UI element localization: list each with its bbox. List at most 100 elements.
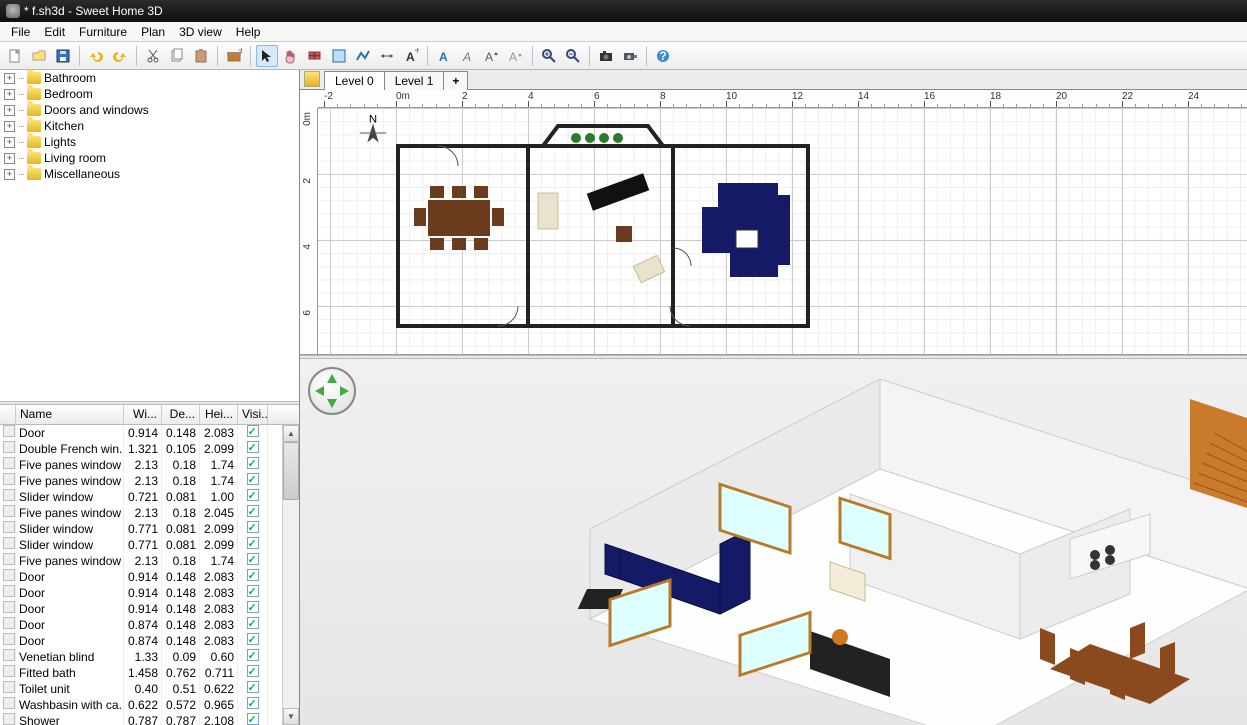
table-row[interactable]: Door0.9140.1482.083 bbox=[0, 569, 299, 585]
menu-plan[interactable]: Plan bbox=[134, 23, 172, 41]
table-row[interactable]: Fitted bath1.4580.7620.711 bbox=[0, 665, 299, 681]
expand-icon[interactable]: + bbox=[4, 137, 15, 148]
table-row[interactable]: Five panes window2.130.181.74 bbox=[0, 473, 299, 489]
table-row[interactable]: Door0.9140.1482.083 bbox=[0, 601, 299, 617]
visible-checkbox[interactable] bbox=[247, 425, 259, 437]
scroll-up-icon[interactable]: ▲ bbox=[283, 425, 299, 442]
catalog-living-room[interactable]: +···Living room bbox=[0, 150, 299, 166]
pan-tool-icon[interactable] bbox=[280, 45, 302, 67]
select-tool-icon[interactable] bbox=[256, 45, 278, 67]
table-row[interactable]: Door0.8740.1482.083 bbox=[0, 617, 299, 633]
3d-view[interactable] bbox=[300, 359, 1247, 725]
expand-icon[interactable]: + bbox=[4, 73, 15, 84]
plan-view[interactable]: -20m24681012141618202224 0m246 N bbox=[300, 90, 1247, 355]
zoom-in-icon[interactable] bbox=[538, 45, 560, 67]
visible-checkbox[interactable] bbox=[247, 713, 259, 725]
catalog-miscellaneous[interactable]: +···Miscellaneous bbox=[0, 166, 299, 182]
visible-checkbox[interactable] bbox=[247, 473, 259, 485]
menu-file[interactable]: File bbox=[4, 23, 37, 41]
redo-icon[interactable] bbox=[109, 45, 131, 67]
catalog-doors-and-windows[interactable]: +···Doors and windows bbox=[0, 102, 299, 118]
furniture-catalog[interactable]: +···Bathroom+···Bedroom+···Doors and win… bbox=[0, 70, 299, 401]
expand-icon[interactable]: + bbox=[4, 121, 15, 132]
scroll-thumb[interactable] bbox=[283, 442, 299, 500]
catalog-kitchen[interactable]: +···Kitchen bbox=[0, 118, 299, 134]
open-file-icon[interactable] bbox=[28, 45, 50, 67]
visible-checkbox[interactable] bbox=[247, 537, 259, 549]
text-italic-icon[interactable]: A bbox=[457, 45, 479, 67]
expand-icon[interactable]: + bbox=[4, 89, 15, 100]
menu-3dview[interactable]: 3D view bbox=[172, 23, 229, 41]
table-row[interactable]: Venetian blind1.330.090.60 bbox=[0, 649, 299, 665]
catalog-bedroom[interactable]: +···Bedroom bbox=[0, 86, 299, 102]
new-file-icon[interactable] bbox=[4, 45, 26, 67]
visible-checkbox[interactable] bbox=[247, 681, 259, 693]
dimension-tool-icon[interactable] bbox=[376, 45, 398, 67]
visible-checkbox[interactable] bbox=[247, 457, 259, 469]
table-row[interactable]: Slider window0.7710.0812.099 bbox=[0, 521, 299, 537]
expand-icon[interactable]: + bbox=[4, 153, 15, 164]
undo-icon[interactable] bbox=[85, 45, 107, 67]
text-bold-icon[interactable]: A bbox=[433, 45, 455, 67]
table-row[interactable]: Five panes window2.130.182.045 bbox=[0, 505, 299, 521]
furniture-table[interactable]: Name Wi... De... Hei... Visi... Door0.91… bbox=[0, 405, 299, 725]
menu-help[interactable]: Help bbox=[229, 23, 268, 41]
table-row[interactable]: Double French win...1.3210.1052.099 bbox=[0, 441, 299, 457]
table-row[interactable]: Door0.9140.1482.083 bbox=[0, 585, 299, 601]
expand-icon[interactable]: + bbox=[4, 169, 15, 180]
table-row[interactable]: Slider window0.7710.0812.099 bbox=[0, 537, 299, 553]
visible-checkbox[interactable] bbox=[247, 569, 259, 581]
visible-checkbox[interactable] bbox=[247, 585, 259, 597]
table-row[interactable]: Five panes window2.130.181.74 bbox=[0, 457, 299, 473]
col-depth[interactable]: De... bbox=[162, 405, 200, 424]
copy-icon[interactable] bbox=[166, 45, 188, 67]
catalog-lights[interactable]: +···Lights bbox=[0, 134, 299, 150]
visible-checkbox[interactable] bbox=[247, 665, 259, 677]
decrease-text-icon[interactable]: A bbox=[505, 45, 527, 67]
menu-furniture[interactable]: Furniture bbox=[72, 23, 134, 41]
table-row[interactable]: Toilet unit0.400.510.622 bbox=[0, 681, 299, 697]
3d-nav-control[interactable] bbox=[308, 367, 356, 415]
table-row[interactable]: Five panes window2.130.181.74 bbox=[0, 553, 299, 569]
visible-checkbox[interactable] bbox=[247, 441, 259, 453]
table-scrollbar[interactable]: ▲ ▼ bbox=[282, 425, 299, 725]
wall-tool-icon[interactable] bbox=[304, 45, 326, 67]
polyline-tool-icon[interactable] bbox=[352, 45, 374, 67]
increase-text-icon[interactable]: A bbox=[481, 45, 503, 67]
visible-checkbox[interactable] bbox=[247, 521, 259, 533]
visible-checkbox[interactable] bbox=[247, 633, 259, 645]
camera-tool-icon[interactable] bbox=[595, 45, 617, 67]
paste-icon[interactable] bbox=[190, 45, 212, 67]
col-visible[interactable]: Visi... bbox=[238, 405, 268, 424]
col-width[interactable]: Wi... bbox=[124, 405, 162, 424]
tab-level1[interactable]: Level 1 bbox=[384, 71, 445, 90]
table-row[interactable]: Door0.8740.1482.083 bbox=[0, 633, 299, 649]
visible-checkbox[interactable] bbox=[247, 617, 259, 629]
tab-add[interactable]: + bbox=[443, 71, 468, 90]
table-row[interactable]: Washbasin with ca...0.6220.5720.965 bbox=[0, 697, 299, 713]
visible-checkbox[interactable] bbox=[247, 697, 259, 709]
help-icon[interactable]: ? bbox=[652, 45, 674, 67]
tab-level0[interactable]: Level 0 bbox=[324, 71, 385, 90]
table-row[interactable]: Slider window0.7210.0811.00 bbox=[0, 489, 299, 505]
visible-checkbox[interactable] bbox=[247, 505, 259, 517]
room-tool-icon[interactable] bbox=[328, 45, 350, 67]
col-height[interactable]: Hei... bbox=[200, 405, 238, 424]
visible-checkbox[interactable] bbox=[247, 489, 259, 501]
preferences-icon[interactable] bbox=[619, 45, 641, 67]
expand-icon[interactable]: + bbox=[4, 105, 15, 116]
visible-checkbox[interactable] bbox=[247, 553, 259, 565]
menu-edit[interactable]: Edit bbox=[37, 23, 72, 41]
save-file-icon[interactable] bbox=[52, 45, 74, 67]
zoom-out-icon[interactable] bbox=[562, 45, 584, 67]
add-furniture-icon[interactable]: + bbox=[223, 45, 245, 67]
col-name[interactable]: Name bbox=[16, 405, 124, 424]
catalog-bathroom[interactable]: +···Bathroom bbox=[0, 70, 299, 86]
visible-checkbox[interactable] bbox=[247, 649, 259, 661]
table-row[interactable]: Door0.9140.1482.083 bbox=[0, 425, 299, 441]
floor-plan[interactable] bbox=[318, 108, 1218, 355]
text-tool-icon[interactable]: A+ bbox=[400, 45, 422, 67]
table-row[interactable]: Shower0.7870.7872.108 bbox=[0, 713, 299, 725]
cut-icon[interactable] bbox=[142, 45, 164, 67]
scroll-down-icon[interactable]: ▼ bbox=[283, 708, 299, 725]
